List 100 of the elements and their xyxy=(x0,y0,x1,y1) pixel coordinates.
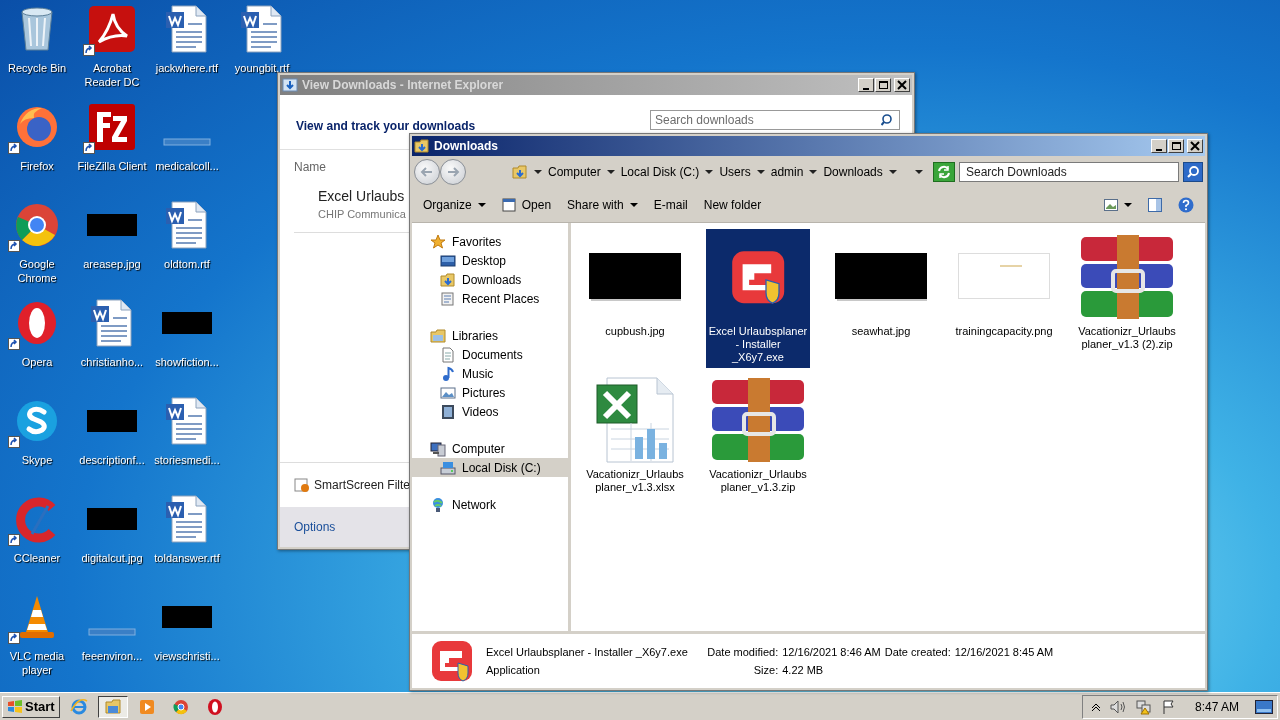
internet-explorer-icon xyxy=(69,697,88,716)
desktop-icon[interactable]: Google Chrome xyxy=(0,200,74,298)
close-icon xyxy=(895,79,909,91)
desktop-icon[interactable]: digitalcut.jpg xyxy=(75,494,149,592)
filezilla-icon xyxy=(87,102,137,152)
breadcrumb-item[interactable]: Downloads xyxy=(823,165,883,179)
network-icon xyxy=(430,496,446,513)
file-item[interactable]: cupbush.jpg xyxy=(583,229,687,368)
desktop-icon[interactable]: VLC media player xyxy=(0,592,74,690)
toolbar-button[interactable]: Open xyxy=(494,195,559,215)
search-button[interactable] xyxy=(1183,162,1203,182)
nav-item[interactable]: Computer xyxy=(412,439,568,458)
nav-item[interactable]: Network xyxy=(412,495,568,514)
toolbar-button[interactable]: Organize xyxy=(416,195,493,215)
caret-icon[interactable] xyxy=(756,170,765,174)
desktop-icon[interactable]: storiesmedi... xyxy=(150,396,224,494)
desktop-icon[interactable]: oldtom.rtf xyxy=(150,200,224,298)
archive-icon xyxy=(710,378,806,462)
refresh-icon xyxy=(936,165,952,179)
caret-icon[interactable] xyxy=(705,170,714,174)
search-field[interactable]: Search downloads xyxy=(650,110,900,130)
desktop-icon[interactable]: Acrobat Reader DC xyxy=(75,4,149,102)
toolbar-button[interactable]: New folder xyxy=(696,195,769,215)
disk-icon xyxy=(440,459,456,476)
nav-item[interactable]: Documents xyxy=(412,345,568,364)
desktop-icon[interactable]: showfiction... xyxy=(150,298,224,396)
nav-item[interactable]: Favorites xyxy=(412,232,568,251)
caret-icon[interactable] xyxy=(606,170,615,174)
window-title: View Downloads - Internet Explorer xyxy=(302,78,505,92)
nav-item[interactable]: Desktop xyxy=(412,251,568,270)
desktop-icon[interactable]: medicalcoll... xyxy=(150,102,224,200)
search-field[interactable]: Search Downloads xyxy=(959,162,1179,182)
chrome-icon xyxy=(171,697,190,716)
desktop-icon[interactable]: Skype xyxy=(0,396,74,494)
minimize-button[interactable] xyxy=(1151,139,1167,153)
maximize-button[interactable] xyxy=(1168,139,1184,153)
column-header: Name xyxy=(294,160,326,174)
file-item[interactable]: Vacationizr_Urlaubsplaner_v1.3.zip xyxy=(706,372,810,498)
breadcrumb-item[interactable]: Local Disk (C:) xyxy=(620,165,700,179)
field-value: 12/16/2021 8:46 AM xyxy=(782,646,881,658)
desktop-icon xyxy=(440,252,456,269)
caret-icon xyxy=(629,203,638,207)
desktop-icon[interactable]: viewschristi... xyxy=(150,592,224,690)
file-item[interactable]: Vacationizr_Urlaubsplaner_v1.3.xlsx xyxy=(583,372,687,498)
desktop-icon[interactable]: descriptionf... xyxy=(75,396,149,494)
image-thumbnail xyxy=(163,138,211,146)
file-item[interactable]: Vacationizr_Urlaubsplaner_v1.3 (2).zip xyxy=(1075,229,1179,368)
caret-icon[interactable] xyxy=(809,170,818,174)
minimize-button[interactable] xyxy=(858,78,874,92)
nav-item[interactable]: Downloads xyxy=(412,270,568,289)
toolbar-button[interactable]: E-mail xyxy=(646,195,695,215)
arrow-left-icon xyxy=(420,166,434,178)
options-link[interactable]: Options xyxy=(294,520,336,534)
maximize-icon xyxy=(1169,140,1183,152)
desktop-icon[interactable]: feeenviron... xyxy=(75,592,149,690)
desktop-icon[interactable]: christianho... xyxy=(75,298,149,396)
nav-item[interactable]: Libraries xyxy=(412,326,568,345)
windows-logo-icon xyxy=(7,699,23,714)
window-icon xyxy=(501,198,516,212)
taskbar-button[interactable] xyxy=(97,695,128,718)
file-item[interactable]: trainingcapacity.png xyxy=(952,229,1056,368)
refresh-button[interactable] xyxy=(933,162,955,182)
nav-item[interactable]: Videos xyxy=(412,402,568,421)
image-icon xyxy=(1104,199,1118,211)
file-item[interactable]: Excel Urlaubsplaner - Installer _X6y7.exe xyxy=(706,229,810,368)
desktop-icon[interactable]: FileZilla Client xyxy=(75,102,149,200)
desktop-icon[interactable]: youngbit.rtf xyxy=(225,4,299,102)
nav-item[interactable]: Pictures xyxy=(412,383,568,402)
desktop-icon[interactable]: Recycle Bin xyxy=(0,4,74,102)
minimize-icon xyxy=(1156,148,1162,151)
file-item[interactable]: seawhat.jpg xyxy=(829,229,933,368)
caret-icon[interactable] xyxy=(888,170,897,174)
nav-item[interactable]: Music xyxy=(412,364,568,383)
desktop-icon[interactable]: Opera xyxy=(0,298,74,396)
nav-item[interactable]: Recent Places xyxy=(412,289,568,308)
desktop-icon[interactable]: jackwhere.rtf xyxy=(150,4,224,102)
pictures-icon xyxy=(440,384,456,401)
forward-button[interactable] xyxy=(440,159,466,185)
desktop-icon[interactable]: areasep.jpg xyxy=(75,200,149,298)
computer-icon xyxy=(430,440,446,457)
breadcrumb-item[interactable]: Computer xyxy=(548,165,601,179)
downloads-icon xyxy=(440,271,456,288)
toolbar-button[interactable]: Share with xyxy=(560,195,645,215)
desktop-icon[interactable]: CCleaner xyxy=(0,494,74,592)
back-button[interactable] xyxy=(414,159,440,185)
close-button[interactable] xyxy=(894,78,910,92)
breadcrumb-item[interactable]: Users xyxy=(719,165,751,179)
desktop-icon[interactable]: toldanswer.rtf xyxy=(150,494,224,592)
desktop-icon[interactable]: Firefox xyxy=(0,102,74,200)
field-value: 12/16/2021 8:45 AM xyxy=(954,646,1054,658)
nav-item[interactable]: Local Disk (C:) xyxy=(412,458,568,477)
breadcrumb-item[interactable]: admin xyxy=(770,165,804,179)
close-button[interactable] xyxy=(1187,139,1203,153)
field-value: 4.22 MB xyxy=(782,664,825,676)
image-thumbnail xyxy=(162,312,212,334)
caret-icon[interactable] xyxy=(915,170,923,174)
recent-icon xyxy=(440,290,456,307)
start-button[interactable]: Start xyxy=(2,695,60,718)
maximize-button[interactable] xyxy=(875,78,891,92)
caret-icon[interactable] xyxy=(534,170,542,174)
